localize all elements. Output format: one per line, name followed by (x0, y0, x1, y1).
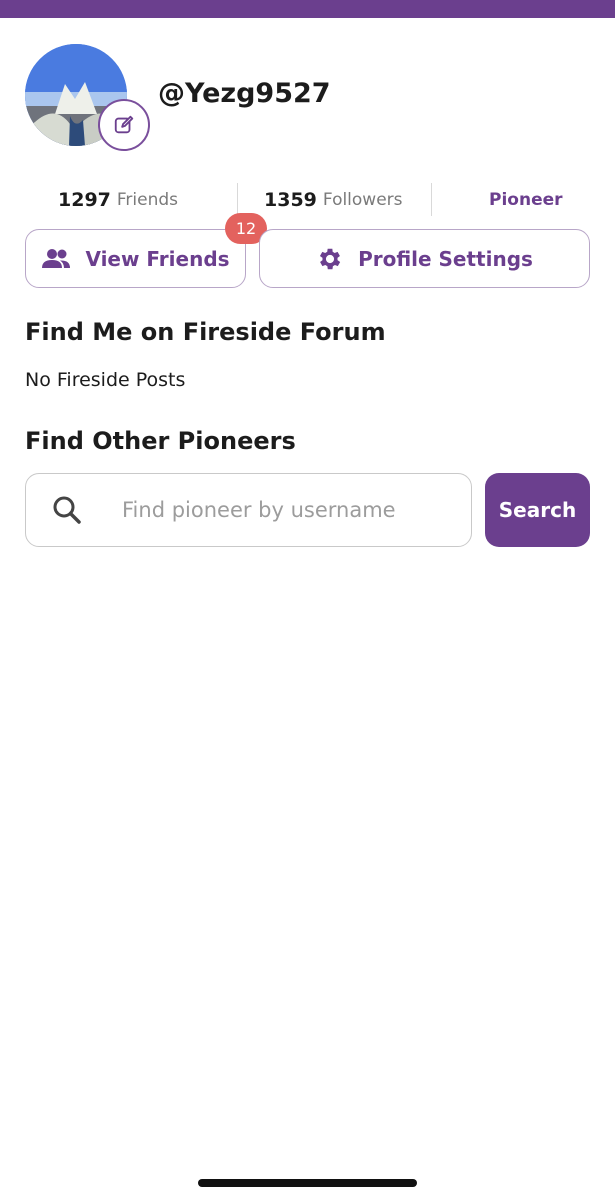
forum-empty-text: No Fireside Posts (25, 369, 186, 391)
top-accent-bar (0, 0, 615, 18)
people-icon (42, 248, 71, 268)
stats-divider (431, 183, 432, 216)
stats-divider (237, 183, 238, 216)
search-input[interactable] (122, 474, 452, 545)
username: @Yezg9527 (158, 78, 331, 109)
followers-stat[interactable]: 1359 Followers (264, 180, 403, 220)
view-friends-button[interactable]: View Friends (25, 229, 246, 288)
profile-settings-button[interactable]: Profile Settings (259, 229, 590, 288)
search-field[interactable] (25, 473, 472, 547)
profile-settings-label: Profile Settings (358, 246, 533, 271)
search-icon (53, 496, 81, 524)
view-friends-label: View Friends (85, 246, 230, 271)
pioneers-section-title: Find Other Pioneers (25, 427, 296, 455)
edit-avatar-button[interactable] (98, 99, 150, 151)
pencil-edit-icon (114, 115, 134, 134)
home-indicator (198, 1179, 417, 1187)
stats-row: 1297 Friends 1359 Followers Pioneer (0, 180, 615, 220)
role-label: Pioneer (489, 190, 563, 210)
friends-stat[interactable]: 1297 Friends (58, 180, 178, 220)
friends-label: Friends (116, 190, 179, 210)
forum-section-title: Find Me on Fireside Forum (25, 318, 386, 346)
followers-count: 1359 (264, 189, 317, 211)
friends-count: 1297 (58, 189, 111, 211)
followers-label: Followers (322, 190, 403, 210)
gear-icon (320, 248, 341, 269)
search-button[interactable]: Search (485, 473, 590, 547)
